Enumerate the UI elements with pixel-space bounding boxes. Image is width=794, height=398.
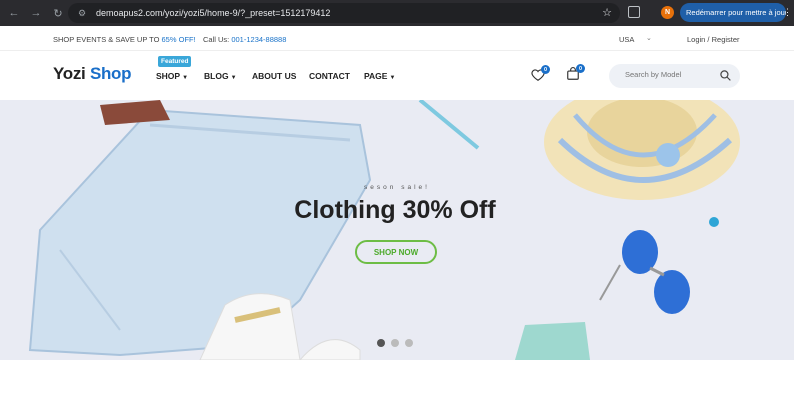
search-input[interactable]: [625, 70, 715, 79]
hero-background-image: [28, 100, 740, 360]
nav-label: SHOP: [156, 71, 181, 81]
currency-select[interactable]: USA: [619, 35, 634, 44]
reload-icon[interactable]: ↻: [50, 5, 66, 21]
url-text: demoapus2.com/yozi/yozi5/home-9/?_preset…: [96, 8, 331, 18]
hero-subtitle: seson sale!: [364, 184, 430, 191]
nav-contact[interactable]: CONTACT: [309, 71, 350, 81]
shop-now-button[interactable]: SHOP NOW: [355, 240, 437, 264]
forward-icon[interactable]: →: [28, 5, 44, 21]
slider-dot[interactable]: [405, 339, 413, 347]
search-box: [609, 64, 740, 88]
slider-dot[interactable]: [391, 339, 399, 347]
nav-label: ABOUT US: [252, 71, 297, 81]
nav-blog[interactable]: BLOG ▼: [204, 71, 237, 81]
logo-text: Yozi: [53, 64, 86, 83]
caret-down-icon: ▼: [182, 75, 189, 81]
caret-down-icon: ▼: [389, 75, 396, 81]
phone-info: Call Us: 001-1234-88888: [203, 35, 286, 44]
slider-dots: [377, 339, 413, 347]
promo-accent: 65% OFF!: [161, 35, 196, 44]
nav-label: CONTACT: [309, 71, 350, 81]
site-header: Yozi Shop Featured SHOP ▼ BLOG ▼ ABOUT US …: [0, 51, 794, 100]
relaunch-button[interactable]: Redémarrer pour mettre à jour: [680, 3, 786, 22]
bookmark-star-icon[interactable]: ☆: [602, 6, 612, 19]
caret-down-icon: ▼: [230, 75, 237, 81]
nav-shop[interactable]: SHOP ▼: [156, 71, 188, 81]
wishlist-count-badge: 0: [541, 65, 550, 74]
featured-badge: Featured: [158, 56, 192, 67]
phone-label: Call Us:: [203, 35, 232, 44]
nav-page[interactable]: PAGE ▼: [364, 71, 395, 81]
logo-accent: Shop: [89, 64, 132, 83]
extensions-icon[interactable]: [628, 6, 640, 18]
site-logo[interactable]: Yozi Shop: [53, 64, 132, 84]
profile-avatar[interactable]: N: [661, 6, 674, 19]
nav-label: BLOG: [204, 71, 229, 81]
browser-toolbar: ← → ↻ ⚙ demoapus2.com/yozi/yozi5/home-9/…: [0, 0, 794, 26]
hero-title: Clothing 30% Off: [294, 196, 496, 224]
phone-number[interactable]: 001-1234-88888: [231, 35, 286, 44]
slider-dot[interactable]: [377, 339, 385, 347]
back-icon[interactable]: ←: [6, 5, 22, 21]
promo-text: SHOP EVENTS & SAVE UP TO 65% OFF!: [53, 35, 196, 44]
promo-label: SHOP EVENTS & SAVE UP TO: [53, 35, 162, 44]
hero-slider: seson sale! Clothing 30% Off SHOP NOW: [0, 100, 794, 360]
nav-label: PAGE: [364, 71, 388, 81]
search-icon[interactable]: [719, 69, 732, 82]
menu-kebab-icon[interactable]: ⋮: [783, 7, 792, 18]
nav-about-us[interactable]: ABOUT US: [252, 71, 296, 81]
top-bar: SHOP EVENTS & SAVE UP TO 65% OFF! Call U…: [0, 26, 794, 51]
cart-count-badge: 0: [576, 64, 585, 73]
chevron-down-icon[interactable]: ⌄: [646, 34, 652, 42]
login-register-link[interactable]: Login / Register: [687, 35, 740, 44]
site-info-icon[interactable]: ⚙: [76, 7, 88, 19]
cart-button[interactable]: 0: [566, 64, 585, 81]
content-area: [0, 360, 794, 398]
address-bar[interactable]: ⚙ demoapus2.com/yozi/yozi5/home-9/?_pres…: [68, 3, 620, 23]
wishlist-button[interactable]: 0: [531, 65, 550, 82]
